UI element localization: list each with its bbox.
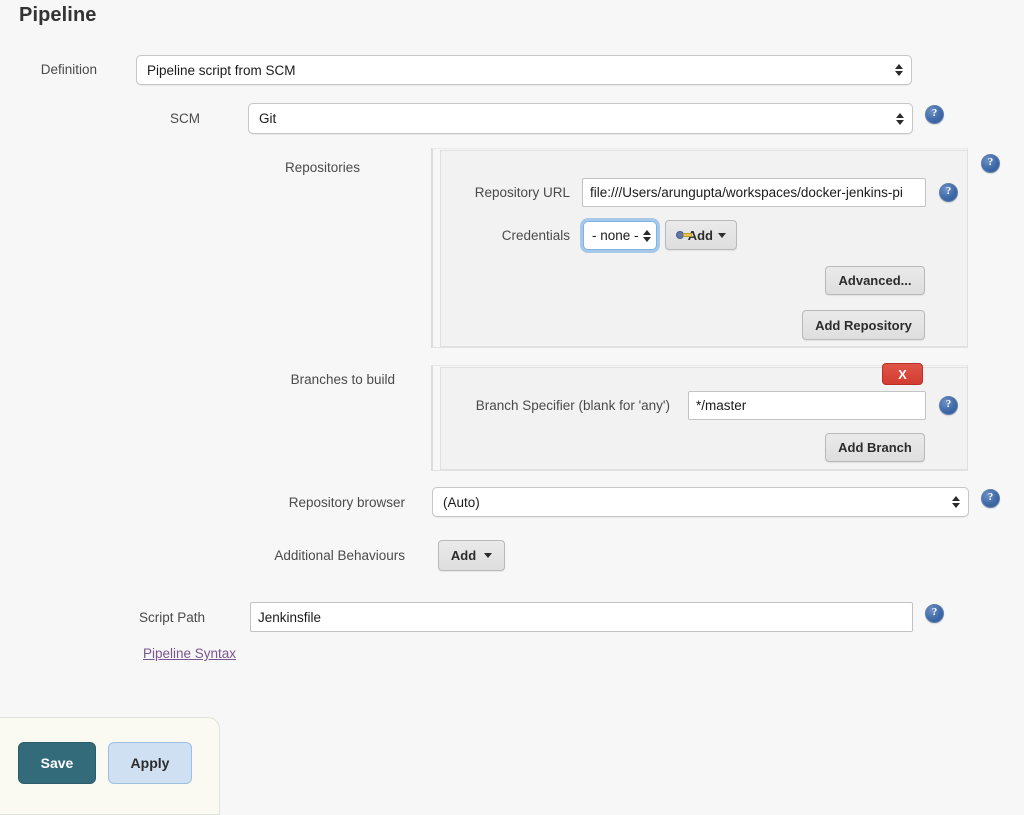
- definition-select-value: Pipeline script from SCM: [147, 62, 296, 78]
- add-repository-button[interactable]: Add Repository: [802, 310, 925, 340]
- add-repository-button-label: Add Repository: [815, 317, 912, 333]
- additional-behaviours-add-button[interactable]: Add: [438, 540, 505, 571]
- repositories-label: Repositories: [284, 160, 360, 175]
- advanced-button[interactable]: Advanced...: [825, 266, 925, 295]
- repositories-help-icon[interactable]: ?: [981, 154, 1000, 173]
- repository-browser-select[interactable]: (Auto): [432, 487, 969, 517]
- save-button-label: Save: [40, 755, 74, 771]
- add-branch-button-label: Add Branch: [838, 440, 912, 455]
- save-button[interactable]: Save: [18, 742, 96, 784]
- caret-down-icon: [484, 553, 493, 558]
- page-title: Pipeline: [19, 4, 97, 26]
- apply-button-label: Apply: [130, 755, 170, 771]
- script-path-input[interactable]: Jenkinsfile: [250, 602, 913, 632]
- scm-help-icon[interactable]: ?: [925, 105, 944, 124]
- repository-url-value: file:///Users/arungupta/workspaces/docke…: [590, 185, 903, 200]
- repository-url-help-icon[interactable]: ?: [939, 183, 958, 202]
- branch-specifier-label: Branch Specifier (blank for 'any'): [475, 398, 670, 413]
- branch-specifier-value: */master: [696, 398, 747, 413]
- scm-label: SCM: [170, 111, 200, 126]
- chevron-updown-icon: [642, 228, 651, 244]
- caret-down-icon: [718, 232, 726, 238]
- chevron-updown-icon: [895, 111, 904, 127]
- scm-select[interactable]: Git: [248, 103, 913, 134]
- credentials-select-value: - none -: [592, 228, 639, 243]
- delete-branch-button[interactable]: X: [882, 363, 923, 385]
- additional-behaviours-label: Additional Behaviours: [274, 548, 405, 563]
- repository-browser-help-icon[interactable]: ?: [981, 489, 1000, 508]
- definition-label: Definition: [40, 62, 97, 77]
- delete-branch-label: X: [898, 366, 907, 382]
- add-credentials-button[interactable]: Add: [665, 220, 737, 250]
- repository-url-input[interactable]: file:///Users/arungupta/workspaces/docke…: [582, 178, 926, 207]
- repository-browser-label: Repository browser: [288, 495, 405, 510]
- pipeline-syntax-link[interactable]: Pipeline Syntax: [143, 646, 236, 661]
- chevron-updown-icon: [894, 62, 903, 78]
- branch-specifier-help-icon[interactable]: ?: [939, 396, 958, 415]
- chevron-updown-icon: [951, 494, 960, 510]
- script-path-label: Script Path: [138, 610, 205, 625]
- branch-specifier-input[interactable]: */master: [688, 391, 926, 420]
- repository-browser-value: (Auto): [443, 494, 480, 510]
- repository-url-label: Repository URL: [474, 185, 570, 200]
- add-branch-button[interactable]: Add Branch: [825, 433, 925, 462]
- script-path-help-icon[interactable]: ?: [925, 604, 944, 623]
- credentials-select[interactable]: - none -: [583, 221, 657, 250]
- scm-select-value: Git: [259, 111, 277, 126]
- key-icon: [676, 229, 692, 241]
- apply-button[interactable]: Apply: [108, 742, 192, 784]
- credentials-label: Credentials: [501, 228, 570, 243]
- definition-select[interactable]: Pipeline script from SCM: [136, 55, 912, 85]
- additional-behaviours-add-label: Add: [450, 548, 477, 563]
- advanced-button-label: Advanced...: [838, 273, 912, 288]
- branches-to-build-label: Branches to build: [290, 372, 395, 387]
- script-path-value: Jenkinsfile: [258, 609, 322, 625]
